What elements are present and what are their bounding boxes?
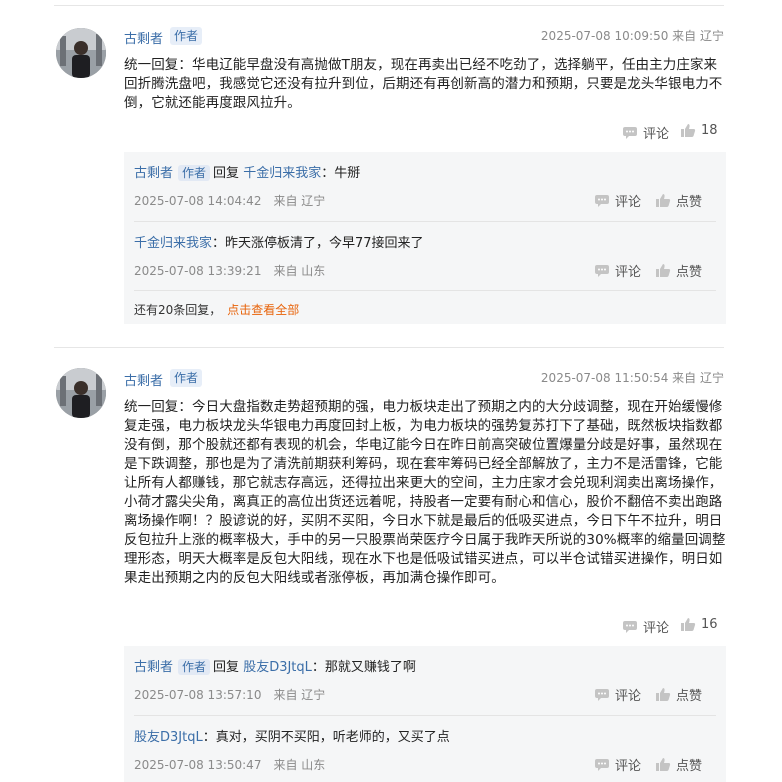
comment-icon	[595, 194, 609, 207]
comment-icon	[595, 688, 609, 701]
reply-target[interactable]: 千金归来我家	[243, 166, 321, 181]
reply-like-button[interactable]: 点赞	[655, 261, 702, 280]
comment-icon	[595, 758, 609, 771]
reply-text: ：昨天涨停板清了，今早77接回来了	[212, 236, 424, 251]
reply-meta: 2025-07-08 13:50:47 来自 山东	[134, 756, 325, 773]
comment-icon	[623, 620, 637, 633]
comment-label: 评论	[643, 621, 670, 636]
comment-icon	[623, 126, 637, 139]
author-badge: 作者	[178, 659, 211, 675]
reply-target[interactable]: 股友D3JtqL	[243, 660, 312, 675]
reply-location: 来自 辽宁	[273, 194, 326, 208]
reply-comment-button[interactable]: 评论	[594, 685, 641, 704]
post-time-location: 2025-07-08 10:09:50 来自 辽宁	[540, 29, 724, 43]
comment-label: 评论	[643, 127, 670, 142]
more-replies: 还有20条回复， 点击查看全部	[134, 301, 299, 318]
reply-time: 2025-07-08 13:50:47	[134, 758, 262, 772]
like-count: 16	[701, 617, 718, 632]
like-label: 点赞	[676, 759, 703, 774]
thumbs-up-icon	[681, 618, 696, 631]
comment-button[interactable]: 评论	[622, 123, 669, 142]
reply-like-button[interactable]: 点赞	[655, 685, 702, 704]
reply-comment-button[interactable]: 评论	[594, 191, 641, 210]
avatar[interactable]	[56, 28, 106, 78]
thumbs-up-icon	[656, 264, 671, 277]
comment-feed: 古剩者 作者 2025-07-08 10:09:50 来自 辽宁 统一回复：华电…	[0, 0, 782, 782]
reply-location: 来自 辽宁	[273, 688, 326, 702]
reply-user[interactable]: 股友D3JtqL	[134, 730, 203, 745]
reply-box: 古剩者 作者 回复 千金归来我家：牛掰 2025-07-08 14:04:42 来自 …	[124, 152, 726, 324]
reply-time: 2025-07-08 13:39:21	[134, 264, 262, 278]
author-badge: 作者	[178, 165, 211, 181]
comment-button[interactable]: 评论	[622, 617, 669, 636]
divider	[134, 290, 716, 291]
avatar[interactable]	[56, 368, 106, 418]
view-all-replies-link[interactable]: 点击查看全部	[227, 303, 299, 317]
author-name[interactable]: 古剩者	[124, 28, 163, 47]
like-button[interactable]: 18	[680, 123, 718, 138]
post-time-location: 2025-07-08 11:50:54 来自 辽宁	[540, 371, 724, 385]
reply-time: 2025-07-08 13:57:10	[134, 688, 262, 702]
reply-text: ：那就又赚钱了啊	[311, 660, 416, 675]
divider	[54, 5, 724, 6]
reply-user[interactable]: 千金归来我家	[134, 236, 212, 251]
like-label: 点赞	[676, 195, 703, 210]
reply-meta: 2025-07-08 13:57:10 来自 辽宁	[134, 686, 325, 703]
comment-label: 评论	[615, 195, 642, 210]
reply-comment-button[interactable]: 评论	[594, 755, 641, 774]
thumbs-up-icon	[656, 758, 671, 771]
divider	[134, 715, 716, 716]
more-replies-count: 还有20条回复，	[134, 303, 222, 317]
reply-like-button[interactable]: 点赞	[655, 755, 702, 774]
reply-word: 回复	[213, 660, 240, 675]
reply-text: ：牛掰	[321, 166, 361, 181]
like-label: 点赞	[676, 265, 703, 280]
reply-box: 古剩者 作者 回复 股友D3JtqL：那就又赚钱了啊 2025-07-08 13:5…	[124, 646, 726, 782]
author-badge: 作者	[170, 27, 203, 45]
post-content: 统一回复：今日大盘指数走势超预期的强，电力板块走出了预期之内的大分歧调整，现在开…	[124, 399, 726, 586]
reply-meta: 2025-07-08 13:39:21 来自 山东	[134, 262, 325, 279]
divider	[54, 347, 724, 348]
post-content: 统一回复：华电辽能早盘没有高抛做T朋友，现在再卖出已经不吃劲了，选择躺平，任由主…	[124, 57, 723, 111]
author-name[interactable]: 古剩者	[124, 370, 163, 389]
reply-time: 2025-07-08 14:04:42	[134, 194, 262, 208]
reply-line: 股友D3JtqL：真对，买阴不买阳，听老师的，又买了点	[134, 726, 450, 745]
reply-user[interactable]: 古剩者	[134, 166, 173, 181]
comment-label: 评论	[615, 265, 642, 280]
reply-line: 古剩者 作者 回复 千金归来我家：牛掰	[134, 162, 360, 181]
author-badge: 作者	[170, 369, 203, 387]
like-button[interactable]: 16	[680, 617, 718, 632]
thumbs-up-icon	[656, 194, 671, 207]
reply-line: 古剩者 作者 回复 股友D3JtqL：那就又赚钱了啊	[134, 656, 416, 675]
thumbs-up-icon	[656, 688, 671, 701]
thumbs-up-icon	[681, 124, 696, 137]
comment-icon	[595, 264, 609, 277]
reply-word: 回复	[213, 166, 240, 181]
reply-location: 来自 山东	[273, 758, 326, 772]
reply-meta: 2025-07-08 14:04:42 来自 辽宁	[134, 192, 325, 209]
comment-label: 评论	[615, 759, 642, 774]
like-count: 18	[701, 123, 718, 138]
reply-text: ：真对，买阴不买阳，听老师的，又买了点	[202, 730, 450, 745]
reply-user[interactable]: 古剩者	[134, 660, 173, 675]
reply-location: 来自 山东	[273, 264, 326, 278]
comment-label: 评论	[615, 689, 642, 704]
like-label: 点赞	[676, 689, 703, 704]
reply-comment-button[interactable]: 评论	[594, 261, 641, 280]
divider	[134, 221, 716, 222]
reply-like-button[interactable]: 点赞	[655, 191, 702, 210]
reply-line: 千金归来我家：昨天涨停板清了，今早77接回来了	[134, 232, 424, 251]
